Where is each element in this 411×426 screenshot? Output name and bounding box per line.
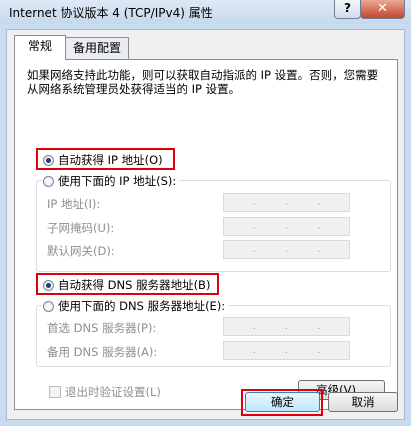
window-title: Internet 协议版本 4 (TCP/IPv4) 属性 — [9, 6, 213, 20]
title-bar: Internet 协议版本 4 (TCP/IPv4) 属性 ? ✕ — [0, 0, 411, 24]
dns-auto-label: 自动获得 DNS 服务器地址(B) — [58, 278, 211, 292]
close-button[interactable]: ✕ — [360, 0, 405, 19]
tab-general[interactable]: 常规 — [14, 35, 66, 60]
radio-checked-icon — [43, 154, 54, 166]
general-tab-panel: 如果网络支持此功能，则可以获取自动指派的 IP 设置。否则，您需要从网络系统管理… — [14, 59, 398, 410]
subnet-mask-field[interactable]: ... — [223, 217, 350, 236]
alternate-dns-field[interactable]: ... — [223, 341, 350, 360]
dns-auto-radio[interactable]: 自动获得 DNS 服务器地址(B) — [43, 277, 210, 293]
alternate-dns-label: 备用 DNS 服务器(A): — [47, 345, 158, 359]
ip-address-label: IP 地址(I): — [47, 197, 101, 211]
help-button[interactable]: ? — [334, 0, 361, 19]
preferred-dns-label: 首选 DNS 服务器(P): — [47, 321, 157, 335]
subnet-mask-label: 子网掩码(U): — [47, 221, 115, 235]
ok-button[interactable]: 确定 — [245, 392, 320, 412]
description-text: 如果网络支持此功能，则可以获取自动指派的 IP 设置。否则，您需要从网络系统管理… — [27, 68, 379, 96]
radio-checked-icon — [43, 279, 54, 291]
ip-manual-label: 使用下面的 IP 地址(S): — [58, 174, 177, 188]
ip-auto-label: 自动获得 IP 地址(O) — [58, 153, 163, 167]
radio-unchecked-icon — [43, 175, 54, 187]
ip-manual-radio[interactable]: 使用下面的 IP 地址(S): — [43, 173, 180, 189]
cancel-button[interactable]: 取消 — [328, 392, 398, 412]
dns-manual-radio[interactable]: 使用下面的 DNS 服务器地址(E): — [43, 298, 229, 314]
ip-address-field[interactable]: ... — [223, 193, 350, 212]
dns-manual-label: 使用下面的 DNS 服务器地址(E): — [58, 299, 226, 313]
dialog-body: 常规 备用配置 如果网络支持此功能，则可以获取自动指派的 IP 设置。否则，您需… — [6, 29, 405, 420]
radio-unchecked-icon — [43, 300, 54, 312]
preferred-dns-field[interactable]: ... — [223, 317, 350, 336]
checkbox-icon — [49, 386, 61, 398]
ip-auto-radio[interactable]: 自动获得 IP 地址(O) — [43, 152, 163, 168]
tab-alternate-config[interactable]: 备用配置 — [65, 37, 129, 59]
validate-settings-checkbox[interactable]: 退出时验证设置(L) — [49, 384, 161, 400]
default-gateway-label: 默认网关(D): — [47, 244, 115, 258]
default-gateway-field[interactable]: ... — [223, 240, 350, 259]
validate-settings-label: 退出时验证设置(L) — [65, 385, 161, 399]
